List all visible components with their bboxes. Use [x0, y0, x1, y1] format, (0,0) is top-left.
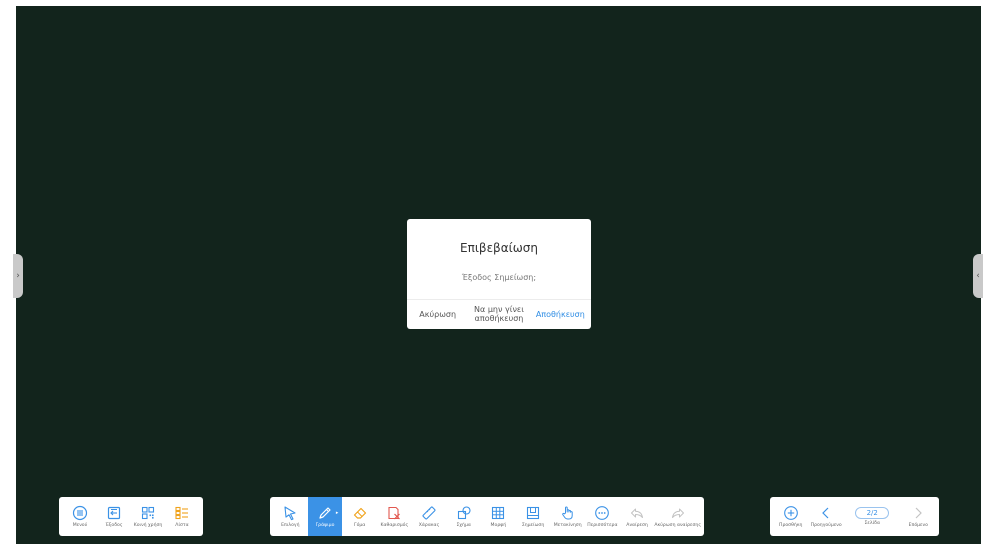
- table-tool[interactable]: Μορφή: [481, 497, 516, 536]
- note-icon: [526, 506, 540, 519]
- chevron-left-icon: [822, 507, 829, 519]
- shape-tool[interactable]: Σχήμα: [446, 497, 481, 536]
- prev-page-button[interactable]: Προηγούμενο: [808, 497, 843, 536]
- tool-label: Προηγούμενο: [810, 522, 842, 528]
- dialog-title: Επιβεβαίωση: [460, 241, 538, 255]
- right-side-handle[interactable]: ‹: [973, 254, 983, 298]
- chevron-right-icon: ›: [16, 270, 20, 281]
- tool-label: Μετακίνηση: [553, 522, 582, 528]
- tool-label: Έξοδος: [105, 522, 123, 528]
- dont-save-button[interactable]: Να μην γίνει αποθήκευση: [468, 300, 529, 330]
- list-icon: [175, 506, 188, 519]
- pen-icon: [319, 507, 331, 519]
- move-tool[interactable]: Μετακίνηση: [550, 497, 585, 536]
- tool-label: Αναίρεση: [626, 522, 648, 528]
- menu-button[interactable]: Μενού: [63, 497, 97, 536]
- exit-icon: [107, 506, 121, 519]
- tool-label: Λίστα: [175, 522, 189, 528]
- select-tool[interactable]: Επιλογή: [273, 497, 308, 536]
- table-icon: [492, 506, 505, 519]
- tool-label: Μορφή: [490, 522, 507, 528]
- left-side-handle[interactable]: ›: [13, 254, 23, 298]
- tool-label: Χάρακας: [418, 522, 440, 528]
- page-toolbar: Προσθήκη Προηγούμενο 2/2 Σελίδα Επόμενο: [770, 497, 939, 536]
- redo-button[interactable]: Ακύρωση αναίρεσης: [654, 497, 701, 536]
- tool-label: Καθαρισμός: [380, 522, 409, 528]
- dialog-actions: Ακύρωση Να μην γίνει αποθήκευση Αποθήκευ…: [407, 299, 591, 330]
- tool-label: Σελίδα: [864, 520, 880, 526]
- left-toolbar: Μενού Έξοδος Κοινή χρήση Λίστα: [59, 497, 203, 536]
- tool-label: Μενού: [72, 522, 88, 528]
- hand-icon: [561, 506, 573, 520]
- pen-tool[interactable]: ▸ Γράψιμο: [307, 497, 343, 536]
- share-button[interactable]: Κοινή χρήση: [131, 497, 165, 536]
- chevron-left-icon: ‹: [976, 270, 980, 281]
- tool-label: Γόμα: [354, 522, 366, 528]
- confirm-dialog: Επιβεβαίωση Έξοδος Σημείωση; Ακύρωση Να …: [407, 219, 591, 329]
- more-icon: [595, 506, 610, 520]
- save-button[interactable]: Αποθήκευση: [530, 300, 591, 330]
- dialog-message: Έξοδος Σημείωση;: [461, 273, 537, 282]
- tool-label: Σημείωση: [521, 522, 545, 528]
- shape-icon: [457, 506, 471, 519]
- ruler-tool[interactable]: Χάρακας: [412, 497, 447, 536]
- select-cursor-icon: [284, 506, 296, 521]
- eraser-icon: [353, 507, 366, 519]
- menu-icon: [72, 505, 88, 520]
- pen-options-indicator: ▸: [335, 510, 339, 516]
- exit-button[interactable]: Έξοδος: [97, 497, 131, 536]
- chevron-right-icon: [915, 507, 923, 519]
- page-number[interactable]: 2/2: [855, 506, 890, 519]
- main-toolbar: Επιλογή ▸ Γράψιμο Γόμα Καθαρισμός Χάρακα…: [270, 497, 704, 536]
- tool-label: Επόμενο: [908, 522, 928, 528]
- tool-label: Κοινή χρήση: [133, 522, 163, 528]
- tool-label: Σχήμα: [456, 522, 471, 528]
- add-page-button[interactable]: Προσθήκη: [773, 497, 808, 536]
- tool-label: Επιλογή: [281, 522, 300, 528]
- tool-label: Ακύρωση αναίρεσης: [654, 522, 702, 528]
- redo-icon: [671, 508, 684, 518]
- undo-button[interactable]: Αναίρεση: [620, 497, 655, 536]
- clear-tool[interactable]: Καθαρισμός: [377, 497, 412, 536]
- more-tool[interactable]: Περισσότερα: [585, 497, 620, 536]
- plus-circle-icon: [783, 506, 798, 520]
- qr-share-icon: [141, 506, 155, 519]
- cancel-button[interactable]: Ακύρωση: [407, 300, 468, 330]
- tool-label: Γράψιμο: [315, 522, 335, 528]
- tool-label: Περισσότερα: [587, 522, 618, 528]
- ruler-icon: [422, 506, 436, 520]
- page-indicator[interactable]: 2/2 Σελίδα: [844, 497, 901, 536]
- tool-label: Προσθήκη: [779, 522, 803, 528]
- list-button[interactable]: Λίστα: [165, 497, 199, 536]
- eraser-tool[interactable]: Γόμα: [342, 497, 377, 536]
- clear-icon: [388, 506, 401, 520]
- undo-icon: [631, 508, 644, 518]
- next-page-button[interactable]: Επόμενο: [901, 497, 936, 536]
- note-tool[interactable]: Σημείωση: [516, 497, 551, 536]
